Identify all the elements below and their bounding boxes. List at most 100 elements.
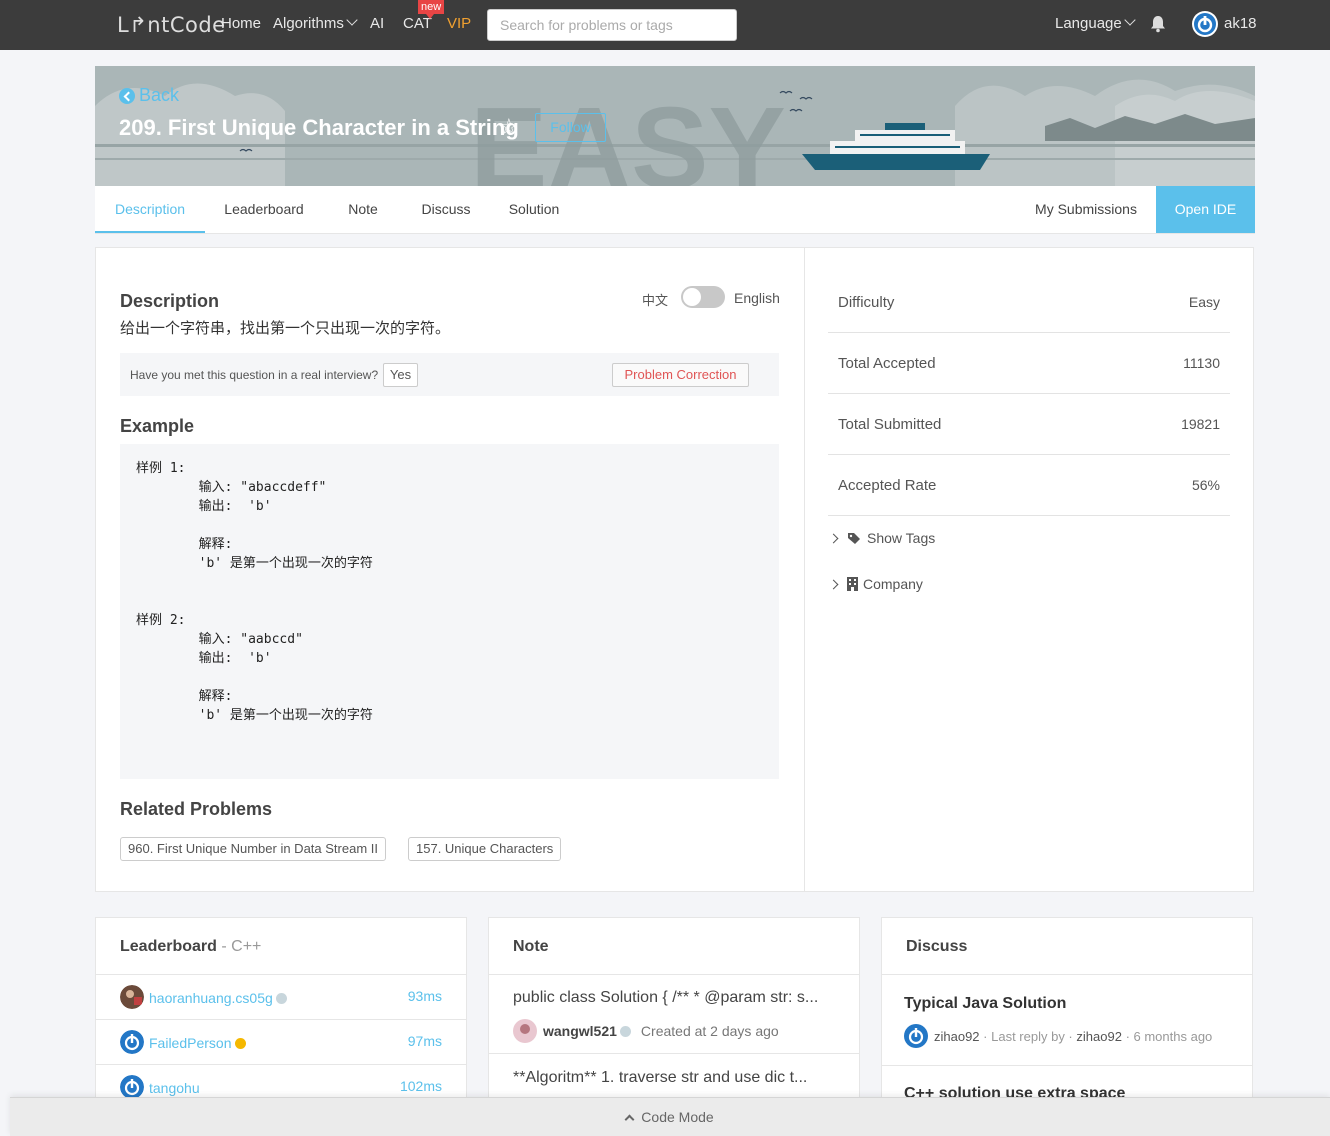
yes-button[interactable]: Yes (383, 363, 418, 387)
problem-banner: EASY Back 209. First Unique Character in… (95, 66, 1255, 186)
problem-main-panel: Description 中文 English 给出一个字符串，找出第一个只出现一… (95, 247, 1254, 892)
search-input[interactable] (487, 9, 737, 41)
open-ide-button[interactable]: Open IDE (1156, 186, 1255, 233)
note-preview[interactable]: public class Solution { /** * @param str… (513, 989, 818, 1007)
stat-value: 19821 (1181, 416, 1220, 432)
discuss-topic-meta: zihao92 · Last reply by · zihao92 · 6 mo… (904, 1024, 1212, 1048)
show-tags-label: Show Tags (867, 530, 936, 546)
avatar (513, 1019, 537, 1043)
stat-label: Total Accepted (838, 355, 936, 372)
example-code-block: 样例 1: 输入: "abaccdeff" 输出: 'b' 解释: 'b' 是第… (120, 444, 779, 779)
chevron-down-icon (346, 14, 358, 26)
lang-zh-label: 中文 (642, 293, 669, 308)
example-heading: Example (120, 416, 195, 436)
note-card: Note public class Solution { /** * @para… (488, 917, 860, 1117)
discuss-last-reply-user[interactable]: zihao92 (1076, 1029, 1122, 1044)
stat-total-accepted: Total Accepted 11130 (828, 333, 1230, 394)
leaderboard-row[interactable]: FailedPerson 97ms (96, 1020, 466, 1065)
user-avatar[interactable] (1192, 11, 1218, 37)
medal-icon (234, 1038, 246, 1049)
tab-discuss[interactable]: Discuss (413, 186, 479, 233)
nav-vip[interactable]: VIP (447, 15, 471, 32)
nav-ai[interactable]: AI (370, 15, 384, 32)
avatar (120, 985, 144, 1009)
language-toggle[interactable] (681, 286, 725, 308)
discuss-topic-title[interactable]: Typical Java Solution (904, 995, 1066, 1013)
note-item[interactable]: public class Solution { /** * @param str… (489, 975, 859, 1054)
note-author[interactable]: wangwl521 (543, 1023, 617, 1039)
nav-algorithms-label: Algorithms (273, 15, 344, 32)
nav-language[interactable]: Language (1055, 14, 1136, 32)
note-preview[interactable]: **Algoritm** 1. traverse str and use dic… (513, 1069, 807, 1087)
related-problem-tag[interactable]: 960. First Unique Number in Data Stream … (120, 837, 386, 861)
code-mode-label: Code Mode (641, 1109, 714, 1125)
divider (882, 1065, 1252, 1066)
stat-value: 11130 (1183, 355, 1220, 371)
leaderboard-row[interactable]: haoranhuang.cs05g 93ms (96, 975, 466, 1020)
leaderboard-card: Leaderboard - C++ haoranhuang.cs05g 93ms… (95, 917, 467, 1117)
lintcode-logo[interactable]: L↱ntCode (117, 13, 226, 37)
leaderboard-card-header: Leaderboard - C++ (96, 918, 466, 975)
company-toggle[interactable]: Company (828, 576, 923, 592)
stat-value: 56% (1191, 477, 1220, 493)
tab-description[interactable]: Description (95, 186, 205, 233)
lang-en-label: English (734, 290, 780, 306)
leaderboard-user[interactable]: FailedPerson (149, 1035, 246, 1051)
chevron-right-icon (828, 579, 839, 589)
stat-difficulty: Difficulty Easy (828, 272, 1230, 333)
back-link[interactable]: Back (119, 85, 179, 106)
tab-leaderboard[interactable]: Leaderboard (215, 186, 313, 233)
nav-language-label: Language (1055, 15, 1122, 32)
interview-question-label: Have you met this question in a real int… (130, 368, 379, 382)
problem-correction-button[interactable]: Problem Correction (612, 363, 749, 387)
stat-label: Accepted Rate (838, 477, 937, 494)
nav-home[interactable]: Home (221, 15, 261, 32)
avatar (904, 1024, 928, 1048)
discuss-card: Discuss Typical Java Solution zihao92 · … (881, 917, 1253, 1117)
leaderboard-time: 93ms (407, 988, 442, 1004)
related-problem-tag[interactable]: 157. Unique Characters (408, 837, 562, 861)
back-arrow-icon (119, 87, 135, 104)
stat-total-submitted: Total Submitted 19821 (828, 394, 1230, 455)
building-icon (847, 577, 858, 591)
tab-solution[interactable]: Solution (499, 186, 569, 233)
leaderboard-language: - C++ (216, 938, 262, 955)
panel-divider (804, 248, 805, 891)
related-problems-heading: Related Problems (120, 799, 273, 819)
chevron-right-icon (828, 533, 839, 543)
discuss-author[interactable]: zihao92 (934, 1029, 980, 1044)
stat-label: Difficulty (838, 294, 895, 311)
show-tags-toggle[interactable]: Show Tags (828, 530, 936, 546)
leaderboard-user[interactable]: haoranhuang.cs05g (149, 990, 287, 1006)
avatar (120, 1075, 144, 1099)
interview-question-bar: Have you met this question in a real int… (120, 353, 779, 396)
note-created: Created at 2 days ago (640, 1023, 779, 1039)
tab-my-submissions[interactable]: My Submissions (1025, 186, 1147, 233)
note-meta: wangwl521 Created at 2 days ago (513, 1019, 779, 1043)
username[interactable]: ak18 (1224, 15, 1257, 32)
stat-accepted-rate: Accepted Rate 56% (828, 455, 1230, 516)
leaderboard-title: Leaderboard (120, 938, 217, 955)
leaderboard-user-name: haoranhuang.cs05g (149, 990, 273, 1006)
code-mode-bar[interactable]: Code Mode (10, 1097, 1330, 1136)
leaderboard-time: 102ms (399, 1078, 442, 1094)
nav-algorithms[interactable]: Algorithms (273, 14, 358, 32)
top-navbar: L↱ntCode Home Algorithms AI CAT new VIP … (0, 0, 1330, 50)
bell-icon[interactable] (1150, 15, 1166, 33)
leaderboard-time: 97ms (407, 1033, 442, 1049)
star-icon[interactable]: ☆ (499, 114, 519, 140)
tags-icon (848, 532, 860, 544)
leaderboard-user-name: FailedPerson (149, 1035, 232, 1051)
follow-button[interactable]: Follow (535, 113, 606, 142)
back-label: Back (139, 85, 180, 105)
chevron-down-icon (1124, 14, 1136, 26)
chevron-up-icon (624, 1114, 635, 1125)
leaderboard-user[interactable]: tangohu (149, 1080, 200, 1096)
medal-icon (619, 1025, 631, 1037)
new-badge: new (418, 0, 445, 19)
description-heading: Description (120, 291, 220, 311)
tab-note[interactable]: Note (338, 186, 388, 233)
note-card-header: Note (489, 918, 859, 975)
description-text: 给出一个字符串，找出第一个只出现一次的字符。 (120, 320, 451, 337)
company-label: Company (863, 576, 923, 592)
